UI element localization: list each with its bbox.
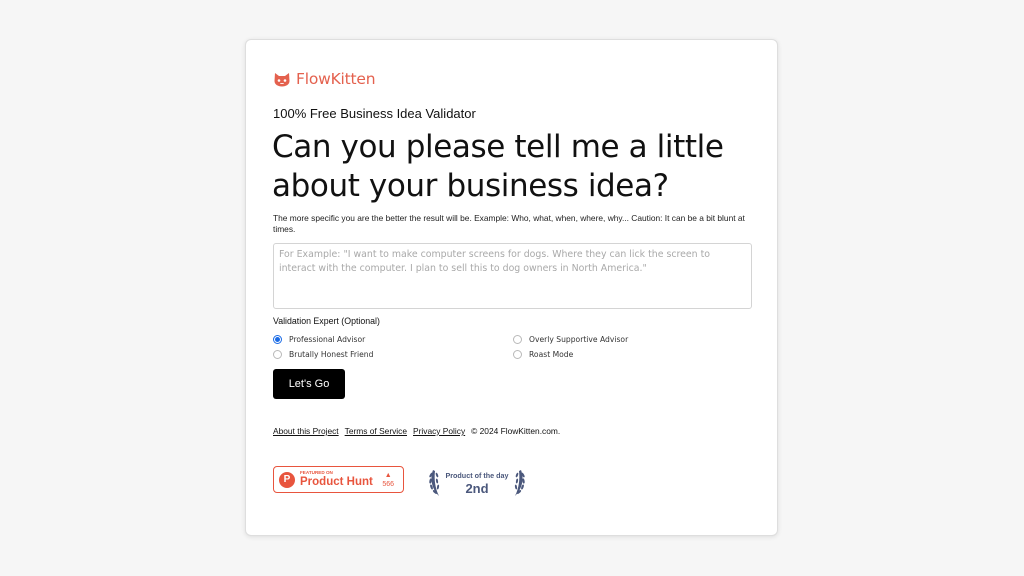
product-of-the-day-badge[interactable]: Product of the day 2nd: [427, 466, 527, 498]
radio-button[interactable]: [513, 335, 522, 344]
product-hunt-badge[interactable]: P FEATURED ON Product Hunt ▲ 566: [273, 466, 404, 493]
ph-vote-count: 566: [382, 480, 394, 488]
potd-title: Product of the day: [445, 471, 509, 480]
radio-label: Overly Supportive Advisor: [529, 335, 629, 344]
footer-links: About this Project Terms of Service Priv…: [273, 426, 560, 436]
radio-button[interactable]: [273, 350, 282, 359]
potd-rank: 2nd: [465, 481, 489, 496]
terms-link[interactable]: Terms of Service: [345, 426, 407, 436]
business-idea-input[interactable]: [273, 243, 752, 309]
radio-label: Roast Mode: [529, 350, 574, 359]
validation-expert-label: Validation Expert (Optional): [273, 316, 380, 326]
radio-overly-supportive-advisor[interactable]: Overly Supportive Advisor: [513, 335, 628, 344]
ph-upvotes: ▲ 566: [382, 472, 394, 488]
radio-professional-advisor[interactable]: Professional Advisor: [273, 335, 365, 344]
radio-brutally-honest-friend[interactable]: Brutally Honest Friend: [273, 350, 373, 359]
radio-label: Brutally Honest Friend: [289, 350, 374, 359]
page-subtitle: 100% Free Business Idea Validator: [273, 106, 476, 121]
radio-label: Professional Advisor: [289, 335, 366, 344]
about-link[interactable]: About this Project: [273, 426, 339, 436]
copyright-text: © 2024 FlowKitten.com.: [471, 426, 561, 436]
ph-featured-label: FEATURED ON: [300, 469, 333, 475]
privacy-link[interactable]: Privacy Policy: [413, 426, 465, 436]
radio-button-checked[interactable]: [273, 335, 282, 344]
product-hunt-p-icon: P: [279, 471, 295, 488]
ph-name: Product Hunt: [300, 475, 373, 488]
helper-text: The more specific you are the better the…: [273, 213, 745, 234]
brand-name: FlowKitten: [296, 70, 376, 88]
lets-go-button[interactable]: Let's Go: [273, 369, 345, 399]
upvote-triangle-icon: ▲: [384, 471, 392, 479]
brand-logo[interactable]: FlowKitten: [273, 70, 376, 88]
page-title: Can you please tell me a little about yo…: [272, 129, 724, 204]
validator-card: FlowKitten 100% Free Business Idea Valid…: [245, 39, 778, 536]
cat-face-icon: [274, 72, 290, 86]
radio-button[interactable]: [513, 350, 522, 359]
radio-roast-mode[interactable]: Roast Mode: [513, 350, 573, 359]
